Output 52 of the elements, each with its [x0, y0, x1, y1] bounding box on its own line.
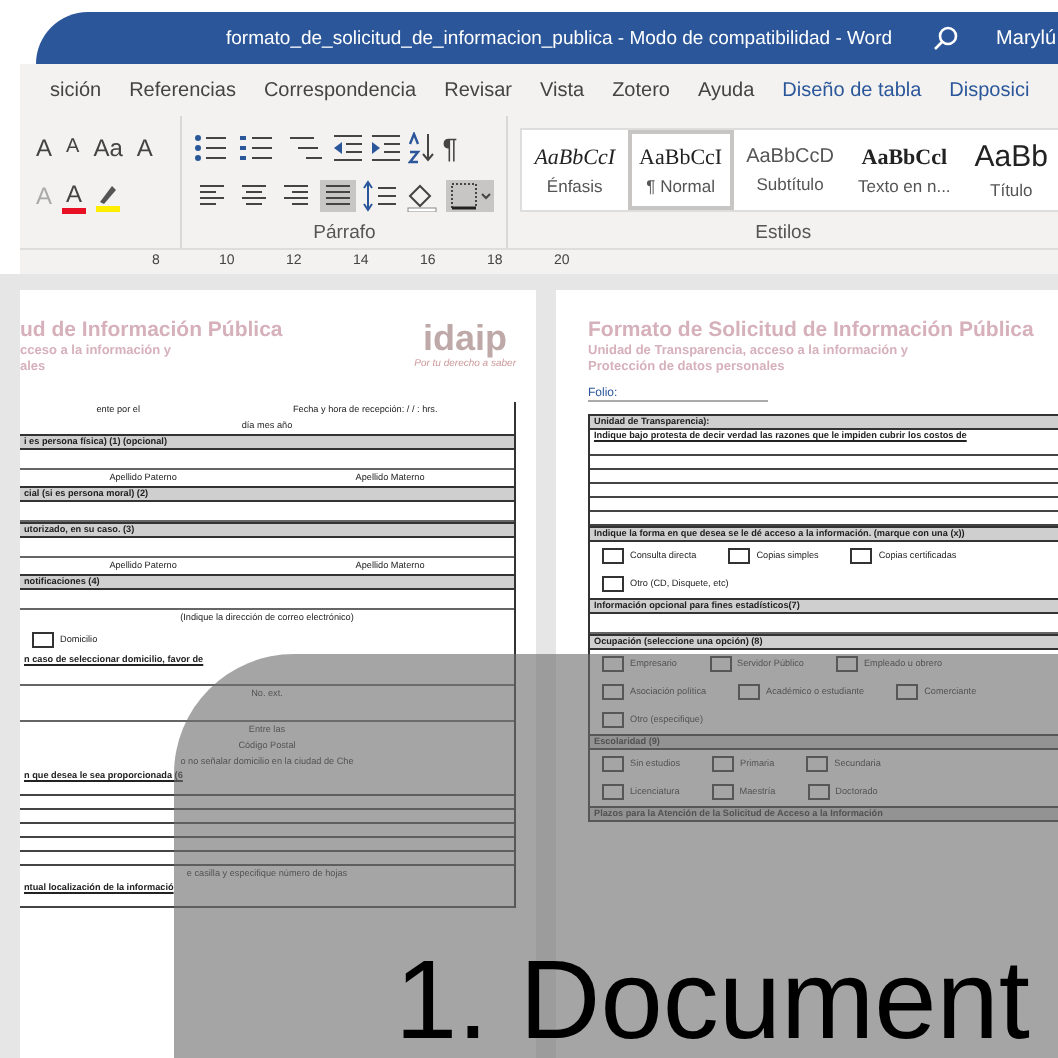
group-label: Estilos	[753, 222, 814, 244]
ribbon-tab[interactable]: Referencias	[115, 79, 250, 101]
checkbox[interactable]	[602, 756, 624, 772]
checkbox[interactable]	[602, 656, 624, 672]
sort-icon[interactable]	[408, 132, 437, 164]
font-tool-button[interactable]: A	[32, 134, 57, 162]
ribbon-tab[interactable]: Vista	[526, 79, 599, 101]
checkbox[interactable]	[728, 548, 751, 564]
checkbox[interactable]	[32, 632, 54, 648]
checkbox[interactable]	[602, 576, 624, 592]
line-spacing-icon[interactable]	[362, 180, 399, 212]
checkbox[interactable]	[896, 684, 919, 700]
ribbon-tab[interactable]: Correspondencia	[249, 79, 431, 101]
checkbox[interactable]	[709, 656, 731, 672]
checkbox[interactable]	[738, 684, 761, 700]
ribbon-tab[interactable]: Revisar	[430, 79, 527, 101]
increase-indent-icon[interactable]	[370, 134, 403, 162]
font-tool-button[interactable]: Aa	[89, 134, 127, 162]
group-label: Párrafo	[311, 222, 378, 244]
font-tool-button[interactable]: A	[132, 134, 157, 162]
multilevel-list-icon[interactable]	[286, 134, 327, 162]
checkbox[interactable]	[850, 548, 873, 564]
ribbon-tab[interactable]: sición	[36, 79, 116, 101]
checkbox[interactable]	[602, 712, 624, 728]
highlighter-icon[interactable]	[92, 180, 125, 212]
checkbox[interactable]	[711, 784, 734, 800]
pilcrow-icon[interactable]: ¶	[442, 132, 458, 164]
ribbon-tab[interactable]: Disposici	[935, 79, 1044, 101]
style-option[interactable]: AaBbCcI ¶ Normal	[627, 130, 735, 210]
font-tool-button[interactable]: A	[62, 179, 87, 213]
checkbox[interactable]	[712, 756, 735, 772]
document-title: ud de Información Pública	[20, 318, 283, 342]
window-title: formato_de_solicitud_de_informacion_publica - Modo de compatibilidad - Word	[226, 27, 893, 49]
overlay-caption: 1. Document	[395, 942, 1030, 1058]
decrease-indent-icon[interactable]	[332, 134, 365, 162]
checkbox[interactable]	[807, 784, 830, 800]
ribbon-tab[interactable]: Ayuda	[683, 79, 769, 101]
ribbon-tab[interactable]: Diseño de tabla	[768, 79, 936, 101]
search-icon[interactable]	[932, 24, 961, 52]
shading-icon[interactable]	[404, 180, 441, 212]
logo-text: idaip	[423, 318, 508, 358]
checkbox[interactable]	[835, 656, 858, 672]
checkbox[interactable]	[602, 548, 624, 564]
checkbox[interactable]	[602, 784, 624, 800]
font-tool-button[interactable]: A	[62, 134, 84, 162]
align-icon[interactable]	[320, 180, 357, 212]
ribbon-tab[interactable]: Zotero	[598, 79, 684, 101]
checkbox[interactable]	[602, 684, 624, 700]
checkbox[interactable]	[806, 756, 829, 772]
document-title: Formato de Solicitud de Información Pública	[588, 318, 1034, 342]
borders-icon[interactable]	[446, 180, 495, 212]
user-name[interactable]: Marylú	[996, 27, 1057, 49]
